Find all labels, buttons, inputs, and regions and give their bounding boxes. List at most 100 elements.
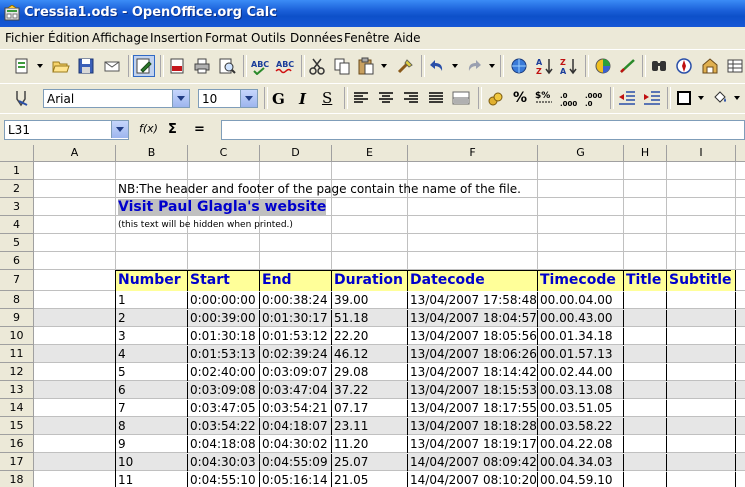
table-cell[interactable]: 13/04/2007 18:14:42 xyxy=(408,364,538,381)
table-cell[interactable] xyxy=(624,346,667,363)
table-cell[interactable]: 00.03.51.05 xyxy=(538,400,624,417)
table-header-cell[interactable]: Duration xyxy=(332,270,408,291)
table-cell[interactable] xyxy=(667,400,736,417)
table-cell[interactable]: 00.03.58.22 xyxy=(538,418,624,435)
table-header-cell[interactable]: Timecode xyxy=(538,270,624,291)
chart-icon[interactable] xyxy=(592,55,614,77)
table-cell[interactable] xyxy=(667,472,736,487)
table-cell[interactable]: 39.00 xyxy=(332,292,408,309)
background-color-dropdown-arrow[interactable] xyxy=(733,87,741,109)
table-cell[interactable]: 13/04/2007 17:58:48 xyxy=(408,292,538,309)
menu-outils[interactable]: Outils xyxy=(251,31,286,45)
table-cell[interactable]: 0:00:00:00 xyxy=(188,292,260,309)
table-header-cell[interactable]: Subtitle xyxy=(667,270,736,291)
menu-format[interactable]: Format xyxy=(205,31,247,45)
styles-formatting-icon[interactable] xyxy=(11,87,33,109)
align-center-icon[interactable] xyxy=(375,87,397,109)
hidden-note-text[interactable]: (this text will be hidden when printed.) xyxy=(116,217,408,234)
table-cell[interactable]: 4 xyxy=(116,346,188,363)
page-preview-icon[interactable] xyxy=(216,55,238,77)
table-cell[interactable]: 14/04/2007 08:09:42 xyxy=(408,454,538,471)
table-cell[interactable]: 7 xyxy=(116,400,188,417)
column-header-j[interactable] xyxy=(736,145,745,162)
hyperlink-icon[interactable] xyxy=(508,55,530,77)
table-header-cell[interactable]: Title xyxy=(624,270,667,291)
table-cell[interactable]: 0:01:30:18 xyxy=(188,328,260,345)
table-cell[interactable] xyxy=(624,328,667,345)
column-header-h[interactable]: H xyxy=(624,145,667,162)
table-cell[interactable]: 00.04.22.08 xyxy=(538,436,624,453)
table-cell[interactable]: 5 xyxy=(116,364,188,381)
table-cell[interactable]: 0:01:53:13 xyxy=(188,346,260,363)
column-header-d[interactable]: D xyxy=(260,145,332,162)
menu-donnees[interactable]: Données xyxy=(290,31,343,45)
table-cell[interactable] xyxy=(667,364,736,381)
table-cell[interactable] xyxy=(667,436,736,453)
table-cell[interactable]: 3 xyxy=(116,328,188,345)
cut-icon[interactable] xyxy=(306,55,328,77)
equals-button[interactable]: = xyxy=(194,122,205,137)
table-cell[interactable]: 00.04.34.03 xyxy=(538,454,624,471)
column-header-g[interactable]: G xyxy=(538,145,624,162)
table-cell[interactable] xyxy=(624,418,667,435)
table-cell[interactable]: 14/04/2007 08:10:20 xyxy=(408,472,538,487)
table-cell[interactable]: 13/04/2007 18:19:17 xyxy=(408,436,538,453)
table-cell[interactable]: 13/04/2007 18:06:26 xyxy=(408,346,538,363)
menu-aide[interactable]: Aide xyxy=(394,31,421,45)
table-cell[interactable]: 0:04:18:08 xyxy=(188,436,260,453)
new-dropdown-arrow[interactable] xyxy=(36,55,44,77)
row-header[interactable]: 8 xyxy=(0,291,34,309)
table-cell[interactable]: 10 xyxy=(116,454,188,471)
table-cell[interactable]: 1 xyxy=(116,292,188,309)
table-cell[interactable]: 9 xyxy=(116,436,188,453)
spreadsheet-grid[interactable]: A B C D E F G H I 1 2 3 4 5 6 7 8 9 10 11 12 13 14 15 1… xyxy=(0,145,745,487)
table-cell[interactable] xyxy=(624,364,667,381)
table-cell[interactable]: 0:04:18:07 xyxy=(260,418,332,435)
table-cell[interactable] xyxy=(667,310,736,327)
table-cell[interactable] xyxy=(667,454,736,471)
sum-button[interactable]: Σ xyxy=(168,122,177,137)
edit-file-icon[interactable] xyxy=(133,55,155,77)
table-cell[interactable] xyxy=(624,454,667,471)
new-document-icon[interactable] xyxy=(11,55,33,77)
undo-dropdown-arrow[interactable] xyxy=(451,55,459,77)
increase-indent-icon[interactable] xyxy=(641,87,663,109)
table-cell[interactable]: 0:05:16:14 xyxy=(260,472,332,487)
redo-dropdown-arrow[interactable] xyxy=(488,55,496,77)
font-name-dropdown-icon[interactable] xyxy=(172,90,189,107)
row-header[interactable]: 1 xyxy=(0,162,34,180)
delete-decimal-icon[interactable]: .000.0 xyxy=(583,87,605,109)
table-cell[interactable]: 0:01:53:12 xyxy=(260,328,332,345)
formula-input[interactable] xyxy=(221,120,745,140)
table-cell[interactable] xyxy=(667,292,736,309)
menu-edition[interactable]: Édition xyxy=(48,31,90,45)
underline-button[interactable]: S xyxy=(322,89,332,107)
paste-dropdown-arrow[interactable] xyxy=(380,55,388,77)
table-cell[interactable]: 0:03:09:08 xyxy=(188,382,260,399)
table-cell[interactable] xyxy=(667,418,736,435)
menu-affichage[interactable]: Affichage xyxy=(92,31,148,45)
paste-icon[interactable] xyxy=(355,55,377,77)
name-box[interactable]: L31 xyxy=(4,120,129,140)
table-cell[interactable] xyxy=(624,400,667,417)
table-cell[interactable]: 00.00.04.00 xyxy=(538,292,624,309)
currency-format-icon[interactable] xyxy=(484,87,506,109)
table-header-cell[interactable]: Datecode xyxy=(408,270,538,291)
column-header-c[interactable]: C xyxy=(188,145,260,162)
table-cell[interactable]: 51.18 xyxy=(332,310,408,327)
row-header[interactable]: 5 xyxy=(0,234,34,252)
row-header[interactable]: 3 xyxy=(0,198,34,216)
table-cell[interactable]: 13/04/2007 18:05:56 xyxy=(408,328,538,345)
table-header-cell[interactable]: Number xyxy=(116,270,188,291)
website-link[interactable]: Visit Paul Glagla's website xyxy=(116,199,327,216)
name-box-dropdown-icon[interactable] xyxy=(111,121,128,138)
table-cell[interactable] xyxy=(667,346,736,363)
undo-icon[interactable] xyxy=(426,55,448,77)
table-cell[interactable]: 0:04:30:03 xyxy=(188,454,260,471)
table-cell[interactable]: 0:01:30:17 xyxy=(260,310,332,327)
table-cell[interactable]: 00.01.34.18 xyxy=(538,328,624,345)
save-icon[interactable] xyxy=(75,55,97,77)
row-header[interactable]: 12 xyxy=(0,363,34,381)
export-pdf-icon[interactable] xyxy=(166,55,188,77)
row-header[interactable]: 10 xyxy=(0,327,34,345)
